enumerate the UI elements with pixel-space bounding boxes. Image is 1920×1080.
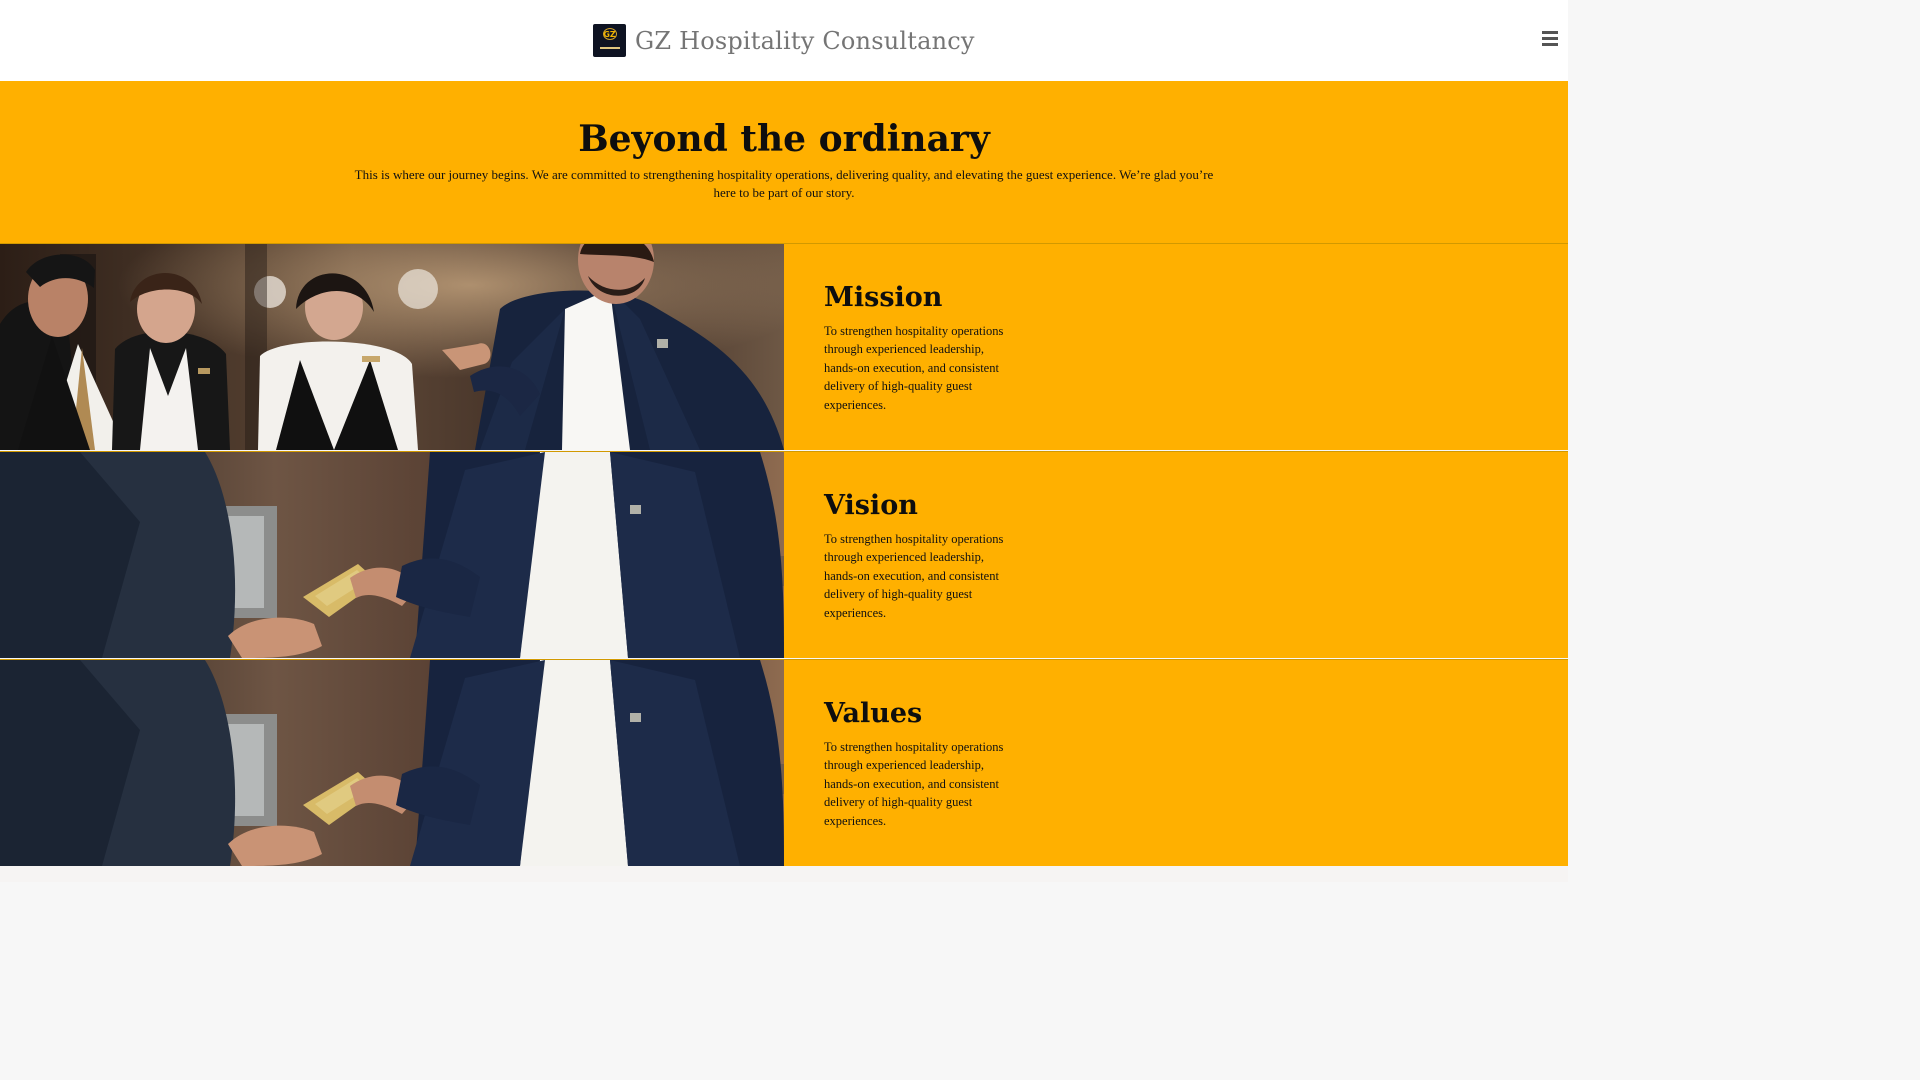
mission-photo xyxy=(0,244,784,450)
values-section: Values To strengthen hospitality operati… xyxy=(0,659,1568,866)
mission-text: To strengthen hospitality operations thr… xyxy=(824,324,1004,412)
brand-link[interactable]: GZ GZ Hospitality Consultancy xyxy=(593,24,975,57)
page-bottom-strip xyxy=(0,866,1568,882)
hero-title: Beyond the ordinary xyxy=(578,118,990,160)
vision-content: Vision To strengthen hospitality operati… xyxy=(824,490,1014,622)
hamburger-menu-button[interactable] xyxy=(1542,31,1558,49)
values-content: Values To strengthen hospitality operati… xyxy=(824,698,1014,830)
vision-text: To strengthen hospitality operations thr… xyxy=(824,532,1004,620)
vision-photo xyxy=(0,452,784,658)
hamburger-menu-icon xyxy=(1542,37,1558,40)
logo-monogram: GZ xyxy=(603,30,616,39)
vision-section: Vision To strengthen hospitality operati… xyxy=(0,451,1568,658)
vision-photo-illustration xyxy=(0,452,784,658)
logo-underline-icon xyxy=(599,47,620,49)
vision-title: Vision xyxy=(824,490,918,521)
hamburger-menu-icon xyxy=(1542,43,1558,46)
mission-photo-illustration xyxy=(0,244,784,450)
values-text: To strengthen hospitality operations thr… xyxy=(824,740,1004,828)
mission-title: Mission xyxy=(824,282,943,313)
brand-logo: GZ xyxy=(593,24,626,57)
hero-description: This is where our journey begins. We are… xyxy=(354,167,1214,200)
site-header: GZ GZ Hospitality Consultancy xyxy=(0,0,1568,81)
values-photo xyxy=(0,660,784,866)
mission-content: Mission To strengthen hospitality operat… xyxy=(824,282,1014,414)
values-title: Values xyxy=(824,698,923,729)
values-photo-illustration xyxy=(0,660,784,866)
brand-name: GZ Hospitality Consultancy xyxy=(635,26,975,55)
mission-section: Mission To strengthen hospitality operat… xyxy=(0,243,1568,450)
hamburger-menu-icon xyxy=(1542,31,1558,34)
hero-section: Beyond the ordinary This is where our jo… xyxy=(0,81,1568,243)
